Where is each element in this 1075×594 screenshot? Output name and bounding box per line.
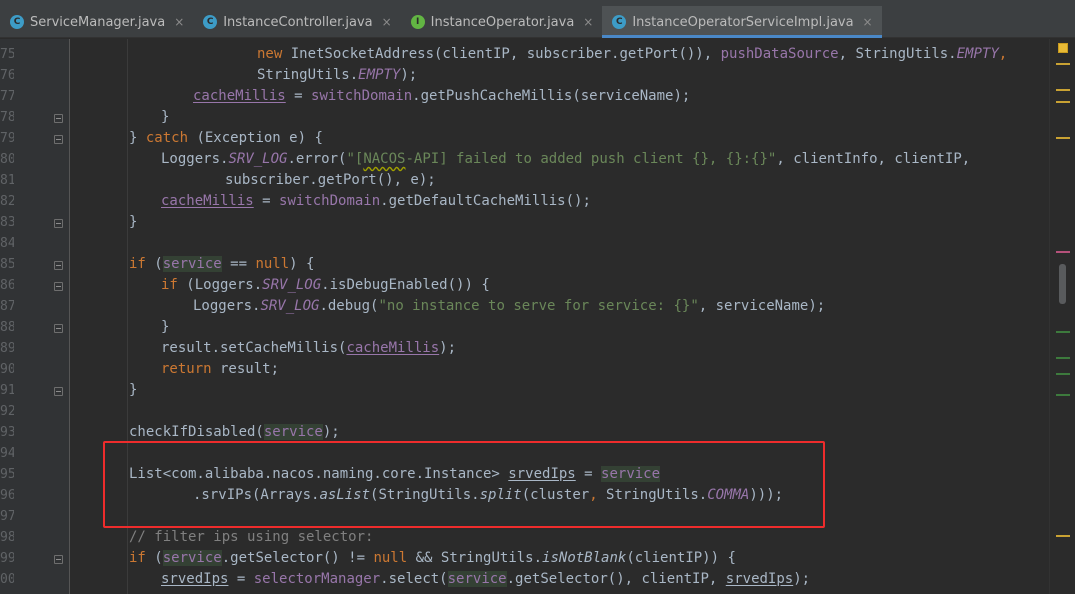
code-line: return result; bbox=[161, 361, 280, 377]
tab-instance-operator[interactable]: I InstanceOperator.java × bbox=[401, 6, 603, 38]
change-stripe[interactable] bbox=[1056, 373, 1070, 375]
fold-marker-icon[interactable] bbox=[54, 555, 63, 564]
code-line: } bbox=[161, 319, 170, 335]
line-number: 75 bbox=[0, 47, 14, 62]
warning-stripe[interactable] bbox=[1056, 137, 1070, 139]
tab-label: ServiceManager.java bbox=[30, 14, 166, 30]
line-number: 97 bbox=[0, 509, 14, 524]
code-line: result.setCacheMillis(cacheMillis); bbox=[161, 340, 457, 356]
change-stripe[interactable] bbox=[1056, 394, 1070, 396]
line-number: 94 bbox=[0, 446, 14, 461]
scrollbar-thumb[interactable] bbox=[1059, 264, 1066, 304]
line-number: 81 bbox=[0, 173, 14, 188]
code-line: if (service == null) { bbox=[129, 256, 315, 272]
line-number: 83 bbox=[0, 215, 14, 230]
code-line: } bbox=[161, 109, 170, 125]
tab-label: InstanceOperator.java bbox=[430, 14, 575, 30]
line-number: 87 bbox=[0, 299, 14, 314]
change-stripe[interactable] bbox=[1056, 357, 1070, 359]
code-line: Loggers.SRV_LOG.error("[NACOS-API] faile… bbox=[161, 151, 971, 167]
line-number: 78 bbox=[0, 110, 14, 125]
code-line: new InetSocketAddress(clientIP, subscrib… bbox=[257, 46, 1008, 62]
code-line: if (Loggers.SRV_LOG.isDebugEnabled()) { bbox=[161, 277, 490, 293]
line-number: 77 bbox=[0, 89, 14, 104]
annotation-highlight-box bbox=[103, 441, 825, 528]
line-number: 00 bbox=[0, 572, 14, 587]
editor-tab-bar: C ServiceManager.java × C InstanceContro… bbox=[0, 6, 1075, 38]
line-number: 92 bbox=[0, 404, 14, 419]
line-number: 89 bbox=[0, 341, 14, 356]
line-number: 76 bbox=[0, 68, 14, 83]
code-line: cacheMillis = switchDomain.getDefaultCac… bbox=[161, 193, 591, 209]
tab-service-manager[interactable]: C ServiceManager.java × bbox=[0, 6, 193, 38]
line-number: 82 bbox=[0, 194, 14, 209]
warning-stripe[interactable] bbox=[1056, 89, 1070, 91]
code-line: subscriber.getPort(), e); bbox=[225, 172, 436, 188]
class-icon: C bbox=[10, 15, 24, 29]
editor-scrollbar[interactable] bbox=[1049, 39, 1075, 594]
class-icon: C bbox=[612, 15, 627, 29]
line-number: 85 bbox=[0, 257, 14, 272]
class-icon: C bbox=[203, 15, 218, 29]
code-line: // filter ips using selector: bbox=[129, 529, 374, 545]
fold-marker-icon[interactable] bbox=[54, 135, 63, 144]
line-number: 93 bbox=[0, 425, 14, 440]
code-line: checkIfDisabled(service); bbox=[129, 424, 340, 440]
code-line: } catch (Exception e) { bbox=[129, 130, 323, 146]
line-number: 91 bbox=[0, 383, 14, 398]
fold-marker-icon[interactable] bbox=[54, 219, 63, 228]
warning-stripe[interactable] bbox=[1056, 535, 1070, 537]
close-icon[interactable]: × bbox=[173, 15, 185, 29]
code-line: cacheMillis = switchDomain.getPushCacheM… bbox=[193, 88, 691, 104]
fold-marker-icon[interactable] bbox=[54, 387, 63, 396]
warning-indicator-icon[interactable] bbox=[1058, 43, 1068, 53]
fold-marker-icon[interactable] bbox=[54, 282, 63, 291]
code-line: } bbox=[129, 382, 138, 398]
line-number: 84 bbox=[0, 236, 14, 251]
line-number: 86 bbox=[0, 278, 14, 293]
tab-instance-operator-service-impl[interactable]: C InstanceOperatorServiceImpl.java × bbox=[602, 6, 882, 38]
close-icon[interactable]: × bbox=[582, 15, 594, 29]
code-line: if (service.getSelector() != null && Str… bbox=[129, 550, 736, 566]
code-line: } bbox=[129, 214, 138, 230]
warning-stripe[interactable] bbox=[1056, 63, 1070, 65]
line-number: 80 bbox=[0, 152, 14, 167]
code-line: Loggers.SRV_LOG.debug("no instance to se… bbox=[193, 298, 826, 314]
code-line: srvedIps = selectorManager.select(servic… bbox=[161, 571, 811, 587]
fold-marker-icon[interactable] bbox=[54, 261, 63, 270]
tab-label: InstanceController.java bbox=[223, 14, 373, 30]
line-number: 95 bbox=[0, 467, 14, 482]
code-line: StringUtils.EMPTY); bbox=[257, 67, 418, 83]
tab-label: InstanceOperatorServiceImpl.java bbox=[632, 14, 854, 30]
line-number: 99 bbox=[0, 551, 14, 566]
line-number: 79 bbox=[0, 131, 14, 146]
close-icon[interactable]: × bbox=[862, 15, 874, 29]
error-stripe[interactable] bbox=[1056, 251, 1070, 253]
line-number: 96 bbox=[0, 488, 14, 503]
tab-instance-controller[interactable]: C InstanceController.java × bbox=[193, 6, 400, 38]
fold-marker-icon[interactable] bbox=[54, 324, 63, 333]
line-number: 88 bbox=[0, 320, 14, 335]
interface-icon: I bbox=[410, 15, 425, 29]
line-number: 90 bbox=[0, 362, 14, 377]
close-icon[interactable]: × bbox=[381, 15, 393, 29]
warning-stripe[interactable] bbox=[1056, 101, 1070, 103]
line-number-gutter[interactable]: 75 76 77 78 79 80 81 82 83 84 85 86 87 8… bbox=[0, 39, 70, 594]
line-number: 98 bbox=[0, 530, 14, 545]
change-stripe[interactable] bbox=[1056, 331, 1070, 333]
fold-marker-icon[interactable] bbox=[54, 114, 63, 123]
